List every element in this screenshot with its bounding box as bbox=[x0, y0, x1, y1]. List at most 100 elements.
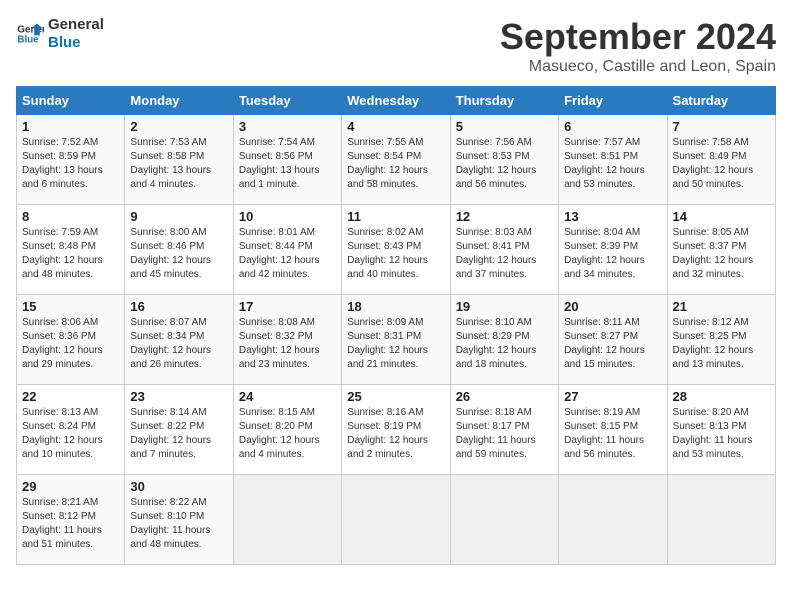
calendar-cell: 2 Sunrise: 7:53 AM Sunset: 8:58 PM Daylig… bbox=[125, 115, 233, 205]
calendar-cell: 23 Sunrise: 8:14 AM Sunset: 8:22 PM Dayli… bbox=[125, 385, 233, 475]
calendar-cell: 28Sunrise: 8:20 AM Sunset: 8:13 PM Dayli… bbox=[667, 385, 775, 475]
calendar-cell: 14Sunrise: 8:05 AM Sunset: 8:37 PM Dayli… bbox=[667, 205, 775, 295]
logo-icon: General Blue bbox=[16, 20, 44, 48]
logo: General Blue General Blue bbox=[16, 16, 104, 52]
day-number: 11 bbox=[347, 209, 444, 224]
day-info: Sunrise: 7:54 AM Sunset: 8:56 PM Dayligh… bbox=[239, 136, 336, 192]
day-info: Sunrise: 8:00 AM Sunset: 8:46 PM Dayligh… bbox=[130, 226, 227, 282]
calendar-cell: 5 Sunrise: 7:56 AM Sunset: 8:53 PM Daylig… bbox=[450, 115, 558, 205]
day-number: 23 bbox=[130, 389, 227, 404]
calendar-week-3: 22 Sunrise: 8:13 AM Sunset: 8:24 PM Dayli… bbox=[17, 385, 776, 475]
calendar-cell bbox=[450, 475, 558, 565]
day-number: 20 bbox=[564, 299, 661, 314]
day-number: 10 bbox=[239, 209, 336, 224]
day-number: 6 bbox=[564, 119, 661, 134]
day-info: Sunrise: 8:09 AM Sunset: 8:31 PM Dayligh… bbox=[347, 316, 444, 372]
logo-text-blue: Blue bbox=[48, 34, 104, 52]
day-info: Sunrise: 7:57 AM Sunset: 8:51 PM Dayligh… bbox=[564, 136, 661, 192]
day-number: 7 bbox=[673, 119, 770, 134]
day-info: Sunrise: 8:08 AM Sunset: 8:32 PM Dayligh… bbox=[239, 316, 336, 372]
day-info: Sunrise: 8:04 AM Sunset: 8:39 PM Dayligh… bbox=[564, 226, 661, 282]
calendar-week-0: 1 Sunrise: 7:52 AM Sunset: 8:59 PM Daylig… bbox=[17, 115, 776, 205]
calendar-cell: 16 Sunrise: 8:07 AM Sunset: 8:34 PM Dayli… bbox=[125, 295, 233, 385]
day-info: Sunrise: 8:12 AM Sunset: 8:25 PM Dayligh… bbox=[673, 316, 770, 372]
day-number: 13 bbox=[564, 209, 661, 224]
day-info: Sunrise: 7:58 AM Sunset: 8:49 PM Dayligh… bbox=[673, 136, 770, 192]
day-info: Sunrise: 8:06 AM Sunset: 8:36 PM Dayligh… bbox=[22, 316, 119, 372]
calendar-table: SundayMondayTuesdayWednesdayThursdayFrid… bbox=[16, 86, 776, 565]
location-title: Masueco, Castille and Leon, Spain bbox=[500, 58, 776, 76]
calendar-cell: 13 Sunrise: 8:04 AM Sunset: 8:39 PM Dayli… bbox=[559, 205, 667, 295]
header-sunday: Sunday bbox=[17, 87, 125, 115]
header-monday: Monday bbox=[125, 87, 233, 115]
calendar-cell: 24 Sunrise: 8:15 AM Sunset: 8:20 PM Dayli… bbox=[233, 385, 341, 475]
calendar-cell: 21 Sunrise: 8:12 AM Sunset: 8:25 PM Dayli… bbox=[667, 295, 775, 385]
day-number: 16 bbox=[130, 299, 227, 314]
day-number: 4 bbox=[347, 119, 444, 134]
day-number: 15 bbox=[22, 299, 119, 314]
day-info: Sunrise: 7:59 AM Sunset: 8:48 PM Dayligh… bbox=[22, 226, 119, 282]
calendar-cell: 30Sunrise: 8:22 AM Sunset: 8:10 PM Dayli… bbox=[125, 475, 233, 565]
day-info: Sunrise: 8:19 AM Sunset: 8:15 PM Dayligh… bbox=[564, 406, 661, 462]
month-title: September 2024 bbox=[500, 16, 776, 58]
day-number: 19 bbox=[456, 299, 553, 314]
calendar-week-2: 15 Sunrise: 8:06 AM Sunset: 8:36 PM Dayli… bbox=[17, 295, 776, 385]
calendar-cell: 3 Sunrise: 7:54 AM Sunset: 8:56 PM Daylig… bbox=[233, 115, 341, 205]
day-number: 12 bbox=[456, 209, 553, 224]
calendar-cell: 12Sunrise: 8:03 AM Sunset: 8:41 PM Dayli… bbox=[450, 205, 558, 295]
day-number: 30 bbox=[130, 479, 227, 494]
calendar-cell: 1 Sunrise: 7:52 AM Sunset: 8:59 PM Daylig… bbox=[17, 115, 125, 205]
header-wednesday: Wednesday bbox=[342, 87, 450, 115]
day-info: Sunrise: 8:02 AM Sunset: 8:43 PM Dayligh… bbox=[347, 226, 444, 282]
calendar-cell: 20 Sunrise: 8:11 AM Sunset: 8:27 PM Dayli… bbox=[559, 295, 667, 385]
calendar-cell bbox=[667, 475, 775, 565]
svg-text:Blue: Blue bbox=[17, 34, 39, 45]
calendar-cell bbox=[233, 475, 341, 565]
calendar-cell: 15 Sunrise: 8:06 AM Sunset: 8:36 PM Dayli… bbox=[17, 295, 125, 385]
calendar-cell: 8 Sunrise: 7:59 AM Sunset: 8:48 PM Daylig… bbox=[17, 205, 125, 295]
day-number: 8 bbox=[22, 209, 119, 224]
day-number: 3 bbox=[239, 119, 336, 134]
calendar-cell: 26Sunrise: 8:18 AM Sunset: 8:17 PM Dayli… bbox=[450, 385, 558, 475]
day-info: Sunrise: 8:16 AM Sunset: 8:19 PM Dayligh… bbox=[347, 406, 444, 462]
calendar-cell: 25Sunrise: 8:16 AM Sunset: 8:19 PM Dayli… bbox=[342, 385, 450, 475]
day-info: Sunrise: 8:13 AM Sunset: 8:24 PM Dayligh… bbox=[22, 406, 119, 462]
day-number: 26 bbox=[456, 389, 553, 404]
day-info: Sunrise: 8:07 AM Sunset: 8:34 PM Dayligh… bbox=[130, 316, 227, 372]
day-info: Sunrise: 8:01 AM Sunset: 8:44 PM Dayligh… bbox=[239, 226, 336, 282]
calendar-cell: 6 Sunrise: 7:57 AM Sunset: 8:51 PM Daylig… bbox=[559, 115, 667, 205]
calendar-cell: 4Sunrise: 7:55 AM Sunset: 8:54 PM Daylig… bbox=[342, 115, 450, 205]
calendar-cell: 10 Sunrise: 8:01 AM Sunset: 8:44 PM Dayli… bbox=[233, 205, 341, 295]
day-number: 24 bbox=[239, 389, 336, 404]
header-tuesday: Tuesday bbox=[233, 87, 341, 115]
day-info: Sunrise: 8:14 AM Sunset: 8:22 PM Dayligh… bbox=[130, 406, 227, 462]
calendar-cell: 17Sunrise: 8:08 AM Sunset: 8:32 PM Dayli… bbox=[233, 295, 341, 385]
day-info: Sunrise: 8:15 AM Sunset: 8:20 PM Dayligh… bbox=[239, 406, 336, 462]
calendar-cell: 7 Sunrise: 7:58 AM Sunset: 8:49 PM Daylig… bbox=[667, 115, 775, 205]
header-thursday: Thursday bbox=[450, 87, 558, 115]
day-number: 1 bbox=[22, 119, 119, 134]
calendar-cell: 9Sunrise: 8:00 AM Sunset: 8:46 PM Daylig… bbox=[125, 205, 233, 295]
day-number: 5 bbox=[456, 119, 553, 134]
day-number: 22 bbox=[22, 389, 119, 404]
page-header: General Blue General Blue September 2024… bbox=[16, 16, 776, 76]
day-info: Sunrise: 8:11 AM Sunset: 8:27 PM Dayligh… bbox=[564, 316, 661, 372]
day-info: Sunrise: 8:21 AM Sunset: 8:12 PM Dayligh… bbox=[22, 496, 119, 552]
calendar-cell: 19 Sunrise: 8:10 AM Sunset: 8:29 PM Dayli… bbox=[450, 295, 558, 385]
calendar-cell: 27 Sunrise: 8:19 AM Sunset: 8:15 PM Dayli… bbox=[559, 385, 667, 475]
title-area: September 2024 Masueco, Castille and Leo… bbox=[500, 16, 776, 76]
day-number: 2 bbox=[130, 119, 227, 134]
day-info: Sunrise: 8:10 AM Sunset: 8:29 PM Dayligh… bbox=[456, 316, 553, 372]
calendar-cell: 11 Sunrise: 8:02 AM Sunset: 8:43 PM Dayli… bbox=[342, 205, 450, 295]
calendar-cell: 22 Sunrise: 8:13 AM Sunset: 8:24 PM Dayli… bbox=[17, 385, 125, 475]
day-info: Sunrise: 7:53 AM Sunset: 8:58 PM Dayligh… bbox=[130, 136, 227, 192]
header-friday: Friday bbox=[559, 87, 667, 115]
day-number: 27 bbox=[564, 389, 661, 404]
header-saturday: Saturday bbox=[667, 87, 775, 115]
day-info: Sunrise: 7:52 AM Sunset: 8:59 PM Dayligh… bbox=[22, 136, 119, 192]
day-info: Sunrise: 8:05 AM Sunset: 8:37 PM Dayligh… bbox=[673, 226, 770, 282]
calendar-cell bbox=[342, 475, 450, 565]
logo-text-general: General bbox=[48, 16, 104, 34]
day-number: 21 bbox=[673, 299, 770, 314]
day-info: Sunrise: 7:56 AM Sunset: 8:53 PM Dayligh… bbox=[456, 136, 553, 192]
